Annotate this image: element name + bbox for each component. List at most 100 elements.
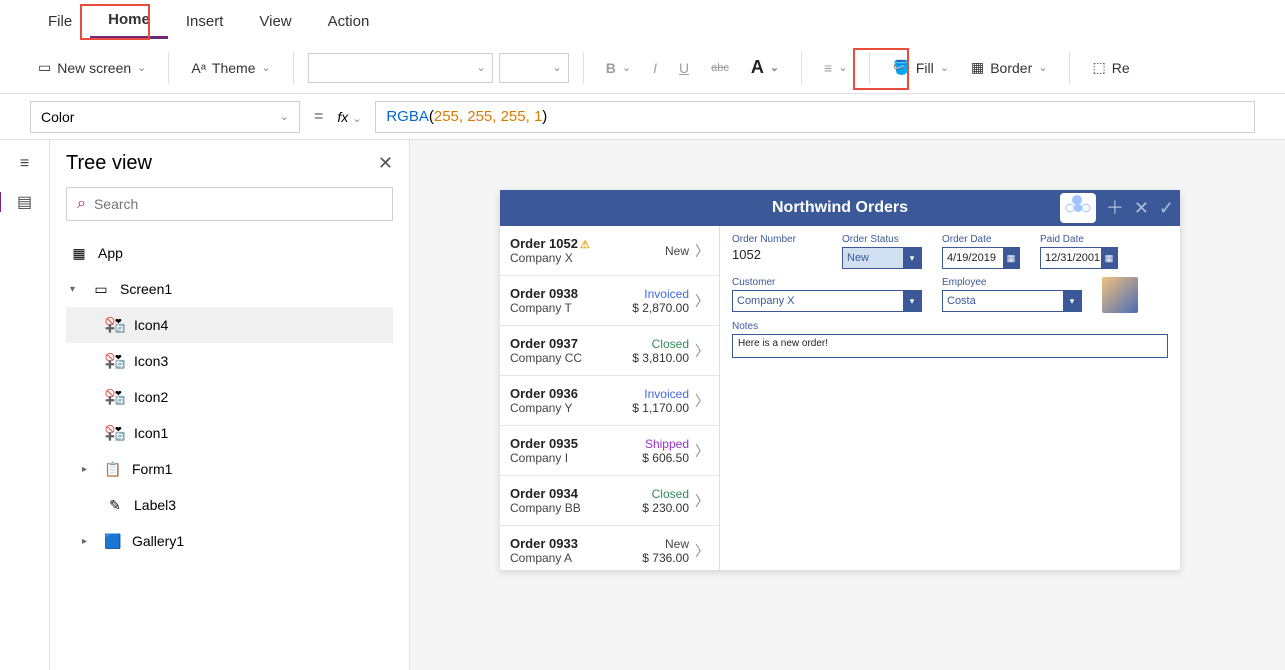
order-company: Company Y bbox=[510, 401, 632, 415]
employee-avatar bbox=[1102, 277, 1138, 313]
order-status: Closed bbox=[642, 487, 689, 501]
fill-icon: 🪣 bbox=[892, 59, 909, 76]
order-item[interactable]: Order 0936Company YInvoiced$ 1,170.00〉 bbox=[500, 376, 719, 426]
order-number-value: 1052 bbox=[732, 247, 822, 262]
search-input[interactable] bbox=[94, 196, 382, 212]
formula-bar: Color ⌄ = fx ⌄ RGBA(255, 255, 255, 1) bbox=[0, 94, 1285, 140]
order-status: Closed bbox=[632, 337, 689, 351]
tree-label3[interactable]: ✎Label3 bbox=[66, 487, 393, 523]
underline-icon: U bbox=[679, 60, 689, 76]
underline-button[interactable]: U bbox=[671, 56, 697, 80]
chevron-down-icon: ⌄ bbox=[352, 113, 361, 125]
customer-select[interactable]: Company X▾ bbox=[732, 290, 922, 312]
order-status-select[interactable]: New▾ bbox=[842, 247, 922, 269]
chevron-right-icon: 〉 bbox=[695, 541, 709, 561]
chevron-right-icon: ▸ bbox=[82, 464, 94, 475]
chevron-down-icon: ⌄ bbox=[1038, 61, 1047, 74]
cancel-icon[interactable]: ✕ bbox=[1134, 199, 1149, 217]
chevron-right-icon: 〉 bbox=[695, 491, 709, 511]
menubar: File Home Insert View Action bbox=[0, 0, 1285, 42]
chevron-down-icon: ⌄ bbox=[553, 61, 562, 74]
order-item[interactable]: Order 0937Company CCClosed$ 3,810.00〉 bbox=[500, 326, 719, 376]
chevron-down-icon: ⌄ bbox=[477, 61, 486, 74]
fx-button[interactable]: fx ⌄ bbox=[337, 109, 361, 125]
employee-select[interactable]: Costa▾ bbox=[942, 290, 1082, 312]
property-select[interactable]: Color ⌄ bbox=[30, 101, 300, 133]
reorder-label: Re bbox=[1112, 60, 1130, 76]
tree-panel: Tree view ✕ ⌕ ▦App ▾▭Screen1 🚫❤➕🔄Icon4 🚫… bbox=[50, 140, 410, 670]
paid-date-input[interactable]: 12/31/2001▦ bbox=[1040, 247, 1118, 269]
order-item[interactable]: Order 0938Company TInvoiced$ 2,870.00〉 bbox=[500, 276, 719, 326]
order-date-input[interactable]: 4/19/2019▦ bbox=[942, 247, 1020, 269]
tree-icon4[interactable]: 🚫❤➕🔄Icon4 bbox=[66, 307, 393, 343]
chevron-down-icon: ⌄ bbox=[622, 61, 631, 74]
notes-input[interactable]: Here is a new order! bbox=[732, 334, 1168, 358]
tree-form1[interactable]: ▸📋Form1 bbox=[66, 451, 393, 487]
bold-button[interactable]: B⌄ bbox=[598, 56, 639, 80]
tree-search[interactable]: ⌕ bbox=[66, 187, 393, 221]
font-size-select[interactable]: ⌄ bbox=[499, 53, 569, 83]
plus-icon[interactable]: ＋ bbox=[1106, 199, 1124, 217]
tree-label: Screen1 bbox=[120, 281, 172, 297]
tree-label: Icon4 bbox=[134, 317, 168, 333]
strike-button[interactable]: abc bbox=[703, 58, 737, 78]
formula-paren: ) bbox=[542, 108, 547, 125]
reorder-button[interactable]: ⬚Re bbox=[1084, 55, 1137, 80]
tree-label: Icon1 bbox=[134, 425, 168, 441]
order-date-value: 4/19/2019 bbox=[947, 252, 996, 264]
order-item[interactable]: Order 0935Company IShipped$ 606.50〉 bbox=[500, 426, 719, 476]
order-date-label: Order Date bbox=[942, 234, 1020, 245]
font-family-select[interactable]: ⌄ bbox=[308, 53, 493, 83]
close-icon[interactable]: ✕ bbox=[378, 153, 393, 174]
menu-insert[interactable]: Insert bbox=[168, 5, 242, 38]
ribbon-separator bbox=[1069, 52, 1070, 84]
tree-label: Gallery1 bbox=[132, 533, 184, 549]
ribbon-separator bbox=[801, 52, 802, 84]
order-number-label: Order Number bbox=[732, 234, 822, 245]
formula-input[interactable]: RGBA(255, 255, 255, 1) bbox=[375, 101, 1255, 133]
chevron-right-icon: 〉 bbox=[695, 291, 709, 311]
app-header: Northwind Orders ＋ ✕ ✓ bbox=[500, 190, 1180, 226]
calendar-icon: ▦ bbox=[1101, 248, 1117, 268]
order-item[interactable]: Order 0934Company BBClosed$ 230.00〉 bbox=[500, 476, 719, 526]
hamburger-icon[interactable]: ≡ bbox=[15, 154, 35, 174]
order-number: Order 0933 bbox=[510, 536, 642, 551]
menu-action[interactable]: Action bbox=[310, 5, 388, 38]
tree-screen1[interactable]: ▾▭Screen1 bbox=[66, 271, 393, 307]
selected-icon4[interactable] bbox=[1060, 193, 1096, 223]
theme-button[interactable]: Aᵃ Theme ⌄ bbox=[183, 56, 278, 80]
order-number: Order 1052⚠ bbox=[510, 236, 665, 251]
check-icon[interactable]: ✓ bbox=[1159, 199, 1174, 217]
warning-icon: ⚠ bbox=[580, 239, 590, 251]
order-status: Invoiced bbox=[632, 387, 689, 401]
icon-glyph-icon: 🚫❤➕🔄 bbox=[106, 388, 124, 406]
menu-file[interactable]: File bbox=[30, 5, 90, 38]
fill-button[interactable]: 🪣Fill⌄ bbox=[884, 55, 957, 80]
border-label: Border bbox=[990, 60, 1032, 76]
tree-title: Tree view bbox=[66, 152, 152, 175]
tree-icon1[interactable]: 🚫❤➕🔄Icon1 bbox=[66, 415, 393, 451]
order-item[interactable]: Order 1052⚠Company XNew〉 bbox=[500, 226, 719, 276]
tree-app[interactable]: ▦App bbox=[66, 235, 393, 271]
order-status: New bbox=[665, 244, 689, 258]
order-item[interactable]: Order 0933Company ANew$ 736.00〉 bbox=[500, 526, 719, 570]
align-button[interactable]: ≡⌄ bbox=[816, 56, 855, 80]
menu-home[interactable]: Home bbox=[90, 3, 168, 39]
layers-icon[interactable]: ▤ bbox=[0, 192, 48, 212]
tree-icon2[interactable]: 🚫❤➕🔄Icon2 bbox=[66, 379, 393, 415]
order-status: Invoiced bbox=[632, 287, 689, 301]
border-button[interactable]: ▦Border⌄ bbox=[963, 55, 1055, 80]
new-screen-button[interactable]: ▭ New screen ⌄ bbox=[30, 55, 154, 80]
ribbon-separator bbox=[583, 52, 584, 84]
tree-icon3[interactable]: 🚫❤➕🔄Icon3 bbox=[66, 343, 393, 379]
italic-button[interactable]: I bbox=[645, 56, 665, 80]
chevron-down-icon: ▾ bbox=[903, 291, 921, 311]
font-color-button[interactable]: A⌄ bbox=[743, 53, 787, 82]
menu-view[interactable]: View bbox=[241, 5, 309, 38]
chevron-down-icon: ⌄ bbox=[940, 61, 949, 74]
chevron-down-icon: ⌄ bbox=[137, 61, 146, 74]
theme-icon: Aᵃ bbox=[191, 60, 206, 76]
order-status-value: New bbox=[847, 252, 869, 264]
tree-gallery1[interactable]: ▸🟦Gallery1 bbox=[66, 523, 393, 559]
order-list: Order 1052⚠Company XNew〉Order 0938Compan… bbox=[500, 226, 720, 570]
